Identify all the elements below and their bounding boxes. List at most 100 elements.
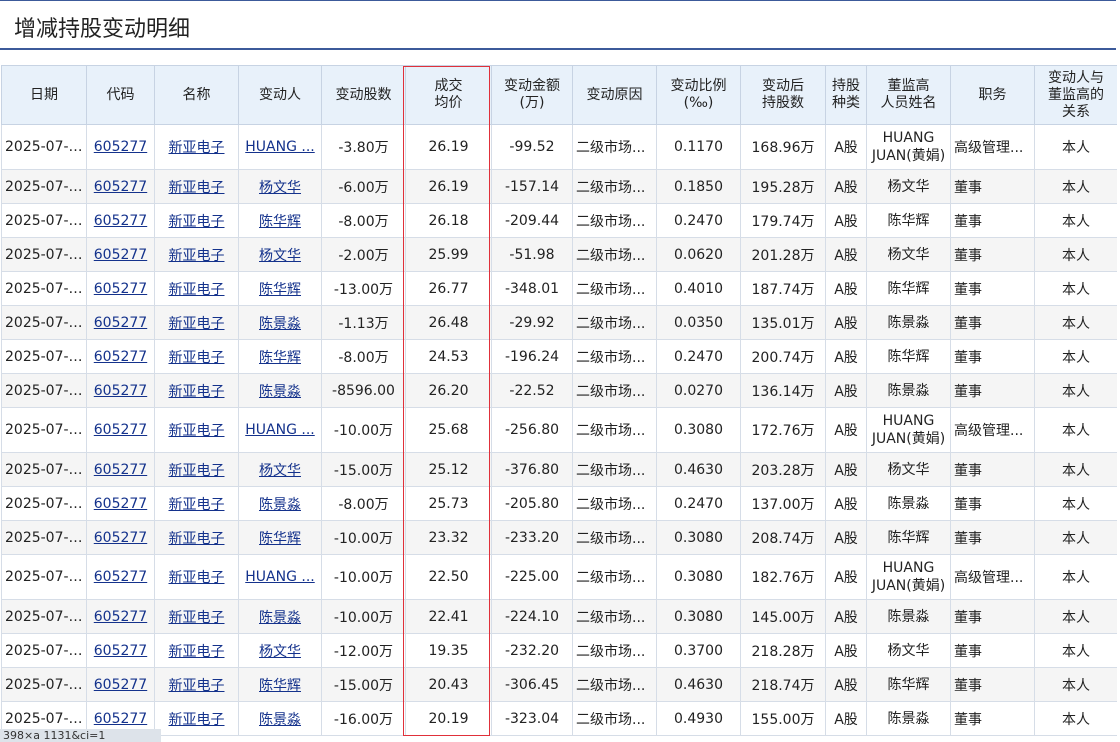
stock-name-link[interactable]: 新亚电子 xyxy=(169,180,225,196)
stock-name-link[interactable]: 新亚电子 xyxy=(169,248,225,264)
table-row: 2025-07-15 605277 新亚电子 陈华辉 -8.00万 24.53 -196.2… xyxy=(1,339,1117,374)
header-row: 日期 代码 名称 变动人 变动股数 成交 均价 变动金额 (万) 变动原因 变动比例 (‰) 变动后 持股… xyxy=(1,65,1117,125)
stock-code-link[interactable]: 605277 xyxy=(94,281,147,297)
shares-after-cell: 200.74万 xyxy=(740,339,826,374)
stock-code-link[interactable]: 605277 xyxy=(94,677,147,693)
stock-name-link[interactable]: 新亚电子 xyxy=(169,140,225,156)
stock-code-cell: 605277 xyxy=(86,305,155,340)
stock-name-link[interactable]: 新亚电子 xyxy=(169,316,225,332)
relation-cell: 本人 xyxy=(1034,701,1117,736)
changer-link[interactable]: HUANG ... xyxy=(245,422,314,438)
status-bar-text: 398×a 1131&ci=1 xyxy=(0,729,161,742)
ratio-cell: 0.2470 xyxy=(656,339,741,374)
position-cell: 董事 xyxy=(950,633,1035,668)
shares-after-cell: 195.28万 xyxy=(740,169,826,204)
share-type-cell: A股 xyxy=(825,169,867,204)
header-amount: 变动金额 (万) xyxy=(491,65,573,125)
officer-name-cell: 杨文华 xyxy=(866,237,951,272)
avg-price-cell: 22.50 xyxy=(405,554,492,600)
header-shares-after: 变动后 持股数 xyxy=(740,65,826,125)
stock-code-link[interactable]: 605277 xyxy=(94,609,147,625)
stock-code-link[interactable]: 605277 xyxy=(94,139,147,155)
changer-cell: HUANG ... xyxy=(238,407,322,453)
changer-link[interactable]: 陈景淼 xyxy=(259,712,301,728)
stock-name-cell: 新亚电子 xyxy=(154,701,239,736)
changer-link[interactable]: 陈华辉 xyxy=(259,214,301,230)
stock-name-cell: 新亚电子 xyxy=(154,169,239,204)
stock-code-link[interactable]: 605277 xyxy=(94,711,147,727)
changer-link[interactable]: 陈华辉 xyxy=(259,531,301,547)
officer-name-cell: 陈景淼 xyxy=(866,486,951,521)
avg-price-cell: 20.43 xyxy=(405,667,492,702)
reason-cell: 二级市场... xyxy=(572,486,657,521)
changer-link[interactable]: 陈华辉 xyxy=(259,350,301,366)
stock-code-link[interactable]: 605277 xyxy=(94,422,147,438)
stock-name-link[interactable]: 新亚电子 xyxy=(169,384,225,400)
changer-link[interactable]: HUANG ... xyxy=(245,569,314,585)
stock-code-link[interactable]: 605277 xyxy=(94,247,147,263)
changer-link[interactable]: 杨文华 xyxy=(259,644,301,660)
changer-link[interactable]: 杨文华 xyxy=(259,463,301,479)
amount-cell: -22.52 xyxy=(491,373,573,408)
stock-code-link[interactable]: 605277 xyxy=(94,213,147,229)
amount-cell: -232.20 xyxy=(491,633,573,668)
table-row: 2025-07-10 605277 新亚电子 陈景淼 -8.00万 25.73 -205.8… xyxy=(1,486,1117,521)
officer-name-cell: HUANG JUAN(黄娟) xyxy=(866,407,951,453)
stock-name-link[interactable]: 新亚电子 xyxy=(169,570,225,586)
stock-code-link[interactable]: 605277 xyxy=(94,349,147,365)
changer-link[interactable]: 陈景淼 xyxy=(259,316,301,332)
reason-cell: 二级市场... xyxy=(572,237,657,272)
stock-code-cell: 605277 xyxy=(86,169,155,204)
changer-link[interactable]: 陈景淼 xyxy=(259,384,301,400)
changer-link[interactable]: 陈华辉 xyxy=(259,678,301,694)
changer-cell: HUANG ... xyxy=(238,124,322,170)
stock-name-link[interactable]: 新亚电子 xyxy=(169,497,225,513)
share-type-cell: A股 xyxy=(825,520,867,555)
stock-code-link[interactable]: 605277 xyxy=(94,315,147,331)
changer-link[interactable]: HUANG ... xyxy=(245,139,314,155)
share-type-cell: A股 xyxy=(825,486,867,521)
stock-name-link[interactable]: 新亚电子 xyxy=(169,214,225,230)
stock-name-link[interactable]: 新亚电子 xyxy=(169,531,225,547)
stock-code-link[interactable]: 605277 xyxy=(94,383,147,399)
stock-code-cell: 605277 xyxy=(86,667,155,702)
stock-name-cell: 新亚电子 xyxy=(154,520,239,555)
stock-code-link[interactable]: 605277 xyxy=(94,496,147,512)
stock-name-link[interactable]: 新亚电子 xyxy=(169,350,225,366)
position-cell: 高级管理... xyxy=(950,554,1035,600)
reason-cell: 二级市场... xyxy=(572,124,657,170)
stock-code-link[interactable]: 605277 xyxy=(94,643,147,659)
officer-name-cell: 陈景淼 xyxy=(866,701,951,736)
changer-cell: 陈华辉 xyxy=(238,203,322,238)
stock-code-link[interactable]: 605277 xyxy=(94,569,147,585)
stock-code-link[interactable]: 605277 xyxy=(94,462,147,478)
stock-code-link[interactable]: 605277 xyxy=(94,530,147,546)
stock-code-cell: 605277 xyxy=(86,203,155,238)
stock-code-cell: 605277 xyxy=(86,520,155,555)
position-cell: 董事 xyxy=(950,667,1035,702)
date-cell: 2025-07-11 xyxy=(1,373,87,408)
stock-name-link[interactable]: 新亚电子 xyxy=(169,678,225,694)
holding-change-table-container[interactable]: 日期 代码 名称 变动人 变动股数 成交 均价 变动金额 (万) 变动原因 变动比例 (‰) 变动后 持股… xyxy=(1,65,1117,742)
stock-name-link[interactable]: 新亚电子 xyxy=(169,423,225,439)
table-body: 2025-07-22 605277 新亚电子 HUANG ... -3.80万 26.19… xyxy=(1,124,1117,736)
stock-code-link[interactable]: 605277 xyxy=(94,179,147,195)
changer-link[interactable]: 陈景淼 xyxy=(259,497,301,513)
share-type-cell: A股 xyxy=(825,373,867,408)
stock-name-link[interactable]: 新亚电子 xyxy=(169,712,225,728)
stock-name-link[interactable]: 新亚电子 xyxy=(169,644,225,660)
changer-link[interactable]: 杨文华 xyxy=(259,180,301,196)
ratio-cell: 0.2470 xyxy=(656,203,741,238)
changer-link[interactable]: 陈景淼 xyxy=(259,610,301,626)
stock-name-link[interactable]: 新亚电子 xyxy=(169,282,225,298)
shares-changed-cell: -16.00万 xyxy=(321,701,406,736)
changer-link[interactable]: 杨文华 xyxy=(259,248,301,264)
stock-name-cell: 新亚电子 xyxy=(154,203,239,238)
shares-changed-cell: -8.00万 xyxy=(321,486,406,521)
position-cell: 董事 xyxy=(950,701,1035,736)
stock-name-link[interactable]: 新亚电子 xyxy=(169,610,225,626)
table-row: 2025-07-22 605277 新亚电子 杨文华 -6.00万 26.19 -157.1… xyxy=(1,169,1117,204)
stock-name-link[interactable]: 新亚电子 xyxy=(169,463,225,479)
changer-link[interactable]: 陈华辉 xyxy=(259,282,301,298)
relation-cell: 本人 xyxy=(1034,305,1117,340)
